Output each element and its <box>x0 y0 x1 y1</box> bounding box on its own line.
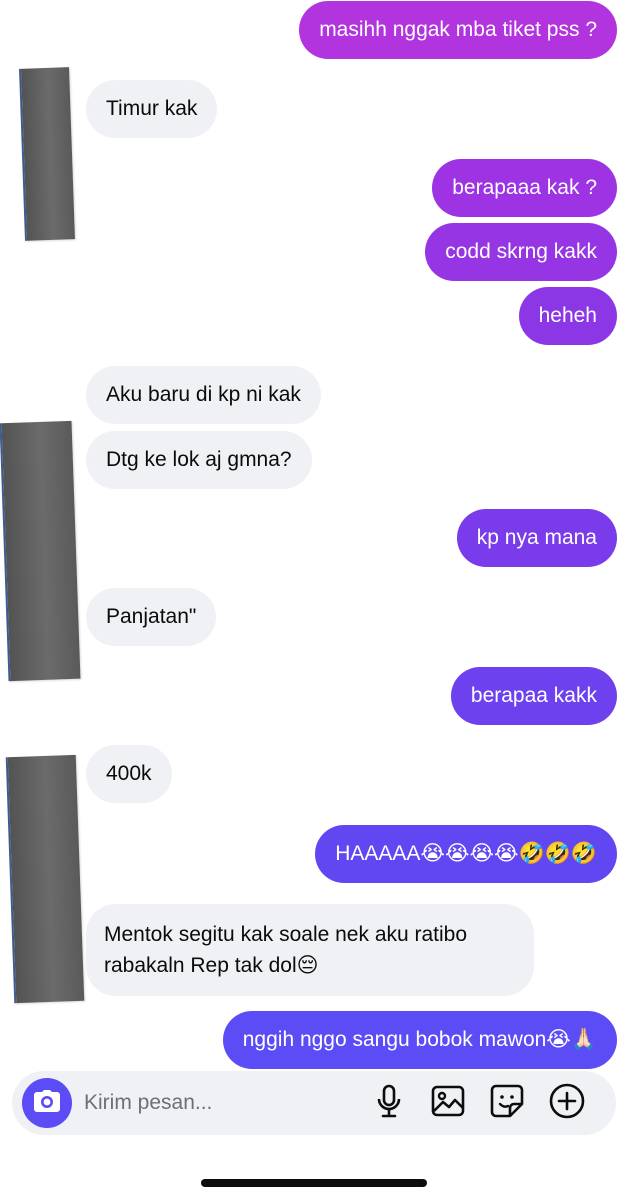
outgoing-message[interactable]: berapaa kakk <box>450 667 617 725</box>
outgoing-message[interactable]: heheh <box>518 287 617 345</box>
sticker-button[interactable] <box>489 1084 525 1123</box>
incoming-message[interactable]: Panjatan" <box>86 588 217 646</box>
sticker-icon <box>490 1084 524 1123</box>
incoming-message[interactable]: Dtg ke lok aj gmna? <box>86 431 312 489</box>
camera-icon <box>33 1089 61 1118</box>
home-indicator <box>201 1179 427 1187</box>
outgoing-message[interactable]: HAAAAA😭😭😭😭🤣🤣🤣 <box>315 825 617 883</box>
message-input[interactable] <box>84 1088 354 1118</box>
microphone-button[interactable] <box>371 1084 407 1123</box>
redacted-avatar <box>5 754 85 1004</box>
incoming-message[interactable]: 400k <box>86 745 172 803</box>
outgoing-message[interactable]: kp nya mana <box>456 509 617 567</box>
add-button[interactable] <box>549 1083 585 1124</box>
incoming-message[interactable]: Timur kak <box>86 80 218 138</box>
outgoing-message[interactable]: codd skrng kakk <box>425 223 617 281</box>
incoming-message[interactable]: Aku baru di kp ni kak <box>86 366 321 424</box>
microphone-icon <box>376 1084 402 1123</box>
redacted-avatar <box>19 67 75 241</box>
camera-button[interactable] <box>22 1078 72 1128</box>
image-icon <box>431 1085 465 1122</box>
redacted-avatar <box>0 420 81 682</box>
add-circle-icon <box>549 1083 585 1124</box>
image-button[interactable] <box>430 1085 466 1121</box>
message-composer <box>12 1071 616 1135</box>
outgoing-message[interactable]: masihh nggak mba tiket pss ? <box>299 1 617 59</box>
outgoing-message[interactable]: berapaaa kak ? <box>432 159 617 217</box>
outgoing-message[interactable]: nggih nggo sangu bobok mawon😭🙏🏻 <box>222 1011 617 1069</box>
chat-screen: masihh nggak mba tiket pss ? Timur kak b… <box>0 0 629 1199</box>
incoming-message[interactable]: Mentok segitu kak soale nek aku ratibo r… <box>86 904 534 996</box>
